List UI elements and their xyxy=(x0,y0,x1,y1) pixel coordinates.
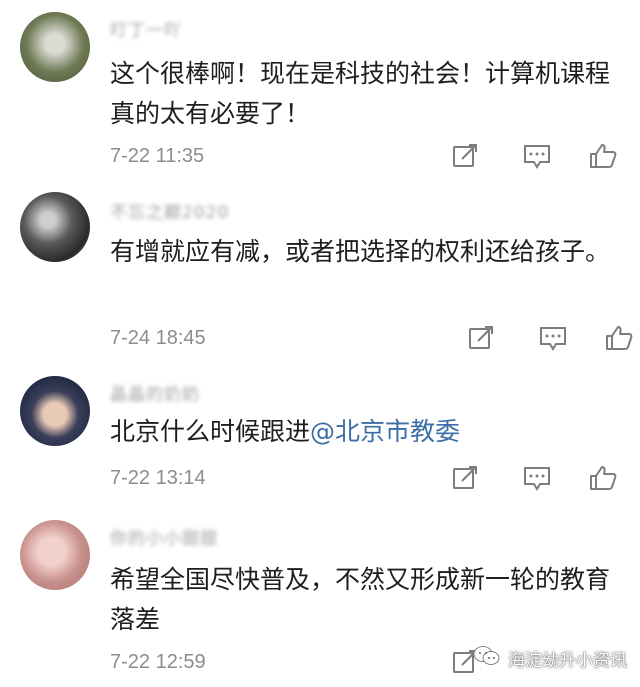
like-icon[interactable] xyxy=(588,142,618,170)
reply-icon[interactable] xyxy=(522,142,552,170)
avatar[interactable] xyxy=(20,12,90,82)
wechat-icon xyxy=(472,644,502,673)
comment-actions xyxy=(450,142,620,170)
username[interactable]: 晶晶的奶奶 xyxy=(110,380,200,405)
share-icon[interactable] xyxy=(466,324,496,352)
avatar[interactable] xyxy=(20,376,90,446)
comment-body: 这个很棒啊！现在是科技的社会！计算机课程真的太有必要了！ xyxy=(110,59,611,128)
username[interactable]: 你的小小甜甜 xyxy=(110,524,218,549)
avatar[interactable] xyxy=(20,520,90,590)
comment-actions xyxy=(450,464,620,492)
timestamp: 7-22 13:14 xyxy=(110,467,206,489)
comment-actions xyxy=(466,324,636,352)
reply-icon[interactable] xyxy=(522,464,552,492)
timestamp: 7-22 12:59 xyxy=(110,651,206,673)
like-icon[interactable] xyxy=(588,464,618,492)
comment-text: 这个很棒啊！现在是科技的社会！计算机课程真的太有必要了！ xyxy=(110,54,630,134)
mention-link[interactable]: @北京市教委 xyxy=(310,417,460,446)
reply-icon[interactable] xyxy=(538,324,568,352)
share-icon[interactable] xyxy=(450,464,480,492)
comment-text: 北京什么时候跟进@北京市教委 xyxy=(110,412,630,452)
timestamp: 7-24 18:45 xyxy=(110,327,206,349)
username[interactable]: 叮丁一吖 xyxy=(110,16,182,41)
comment-body: 有增就应有减，或者把选择的权利还给孩子。 xyxy=(110,237,611,266)
comment-body: 北京什么时候跟进 xyxy=(110,417,311,446)
watermark: 海淀幼升小资讯 xyxy=(472,644,627,673)
watermark-text: 海淀幼升小资讯 xyxy=(508,651,627,671)
comment-text: 希望全国尽快普及，不然又形成新一轮的教育落差 xyxy=(110,560,630,640)
comment-body: 希望全国尽快普及，不然又形成新一轮的教育落差 xyxy=(110,565,611,634)
avatar[interactable] xyxy=(20,192,90,262)
share-icon[interactable] xyxy=(450,142,480,170)
username[interactable]: 不忘之巅2020 xyxy=(110,198,229,223)
like-icon[interactable] xyxy=(604,324,634,352)
timestamp: 7-22 11:35 xyxy=(110,145,205,167)
comment-text: 有增就应有减，或者把选择的权利还给孩子。 xyxy=(110,232,630,312)
